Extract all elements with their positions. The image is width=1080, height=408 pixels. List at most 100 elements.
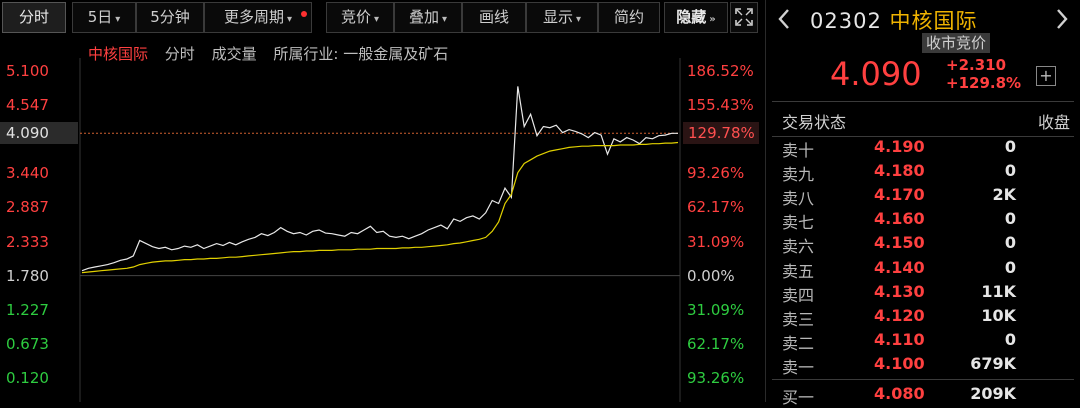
- y-tick-percent: 31.09%: [687, 300, 745, 319]
- y-tick-percent: 155.43%: [687, 96, 754, 115]
- y-tick-price: 2.333: [6, 232, 49, 251]
- intraday-chart[interactable]: [0, 58, 760, 402]
- chevron-down-icon: ▾: [115, 14, 121, 25]
- level-volume: 679K: [970, 353, 1016, 373]
- last-price: 4.090: [830, 55, 922, 93]
- tab-label: 隐藏: [676, 8, 707, 26]
- stock-title: 02302 中核国际: [810, 5, 978, 35]
- ask-row[interactable]: 卖五 4.140 0: [766, 258, 1080, 282]
- level-price: 4.190: [874, 137, 925, 156]
- level-label: 卖二: [782, 333, 815, 353]
- y-tick-percent: 0.00%: [687, 266, 735, 285]
- quote-panel: 02302 中核国际 收市竞价 4.090 +2.310 +129.8% + 交…: [766, 0, 1080, 407]
- collapse-button[interactable]: 收盘: [1038, 109, 1070, 133]
- tab-5min[interactable]: 5分钟: [136, 2, 204, 33]
- price-change: +2.310 +129.8%: [946, 56, 1021, 92]
- chevron-down-icon: ▾: [286, 14, 293, 25]
- tab-label: 5分钟: [150, 8, 190, 26]
- level-price: 4.160: [874, 209, 925, 229]
- y-tick-price: 3.440: [6, 164, 49, 183]
- y-tick-percent: 31.09%: [687, 232, 745, 251]
- bid-row[interactable]: 买一 4.080 209K: [766, 384, 1080, 408]
- current-price-marker: 4.090: [0, 122, 78, 145]
- overlay-dropdown[interactable]: 叠加 ▾: [394, 2, 462, 33]
- hide-panel-button[interactable]: 隐藏»: [664, 2, 728, 33]
- market-status-badge: 收市竞价: [922, 33, 991, 53]
- level-label: 卖四: [782, 285, 815, 305]
- stock-code: 02302: [810, 9, 882, 33]
- prev-stock-icon[interactable]: [778, 8, 790, 30]
- ask-row[interactable]: 卖八 4.170 2K: [766, 185, 1080, 209]
- y-tick-percent: 62.17%: [687, 198, 745, 217]
- ask-row[interactable]: 卖七 4.160 0: [766, 209, 1080, 233]
- chevron-down-icon: ▾: [373, 14, 380, 25]
- tab-label: 竞价: [340, 8, 371, 26]
- divider: [772, 101, 1074, 102]
- stock-name: 中核国际: [889, 9, 978, 33]
- y-tick-percent: 93.26%: [687, 369, 745, 387]
- draw-line-button[interactable]: 画线: [462, 2, 526, 33]
- add-watchlist-button[interactable]: +: [1036, 66, 1056, 86]
- ask-row[interactable]: 卖三 4.120 10K: [766, 306, 1080, 330]
- ask-row[interactable]: 卖十 4.190 0: [766, 137, 1080, 161]
- double-chevron-icon: »: [709, 14, 716, 25]
- level-price: 4.150: [874, 233, 925, 253]
- change-value: +2.310: [946, 56, 1007, 74]
- level-price: 4.170: [874, 185, 925, 205]
- chevron-down-icon: ▾: [575, 14, 582, 25]
- ask-row[interactable]: 卖一 4.100 679K: [766, 354, 1080, 378]
- level-label: 卖十: [782, 141, 815, 160]
- level-volume: 11K: [981, 281, 1016, 301]
- level-price: 4.130: [874, 281, 925, 301]
- ask-row[interactable]: 卖六 4.150 0: [766, 233, 1080, 257]
- ask-row[interactable]: 卖四 4.130 11K: [766, 282, 1080, 306]
- level-label: 卖三: [782, 309, 815, 329]
- level-label: 卖一: [782, 357, 815, 377]
- bid-ask-divider: [772, 378, 1074, 380]
- simple-mode-button[interactable]: 简约: [598, 2, 660, 33]
- level-volume: 0: [1004, 137, 1016, 156]
- tab-label: 5日: [87, 8, 113, 26]
- tab-label: 画线: [478, 8, 509, 26]
- y-tick-price: 1.227: [6, 300, 49, 319]
- tab-label: 简约: [613, 8, 644, 26]
- display-dropdown[interactable]: 显示 ▾: [526, 2, 598, 33]
- level-label: 买一: [782, 388, 815, 407]
- tab-intraday[interactable]: 分时: [2, 2, 66, 33]
- fullscreen-button[interactable]: [730, 2, 758, 33]
- notification-dot-icon: [301, 11, 307, 17]
- current-price-label: 4.090: [6, 124, 49, 143]
- y-tick-price: 1.780: [6, 266, 49, 285]
- auction-dropdown[interactable]: 竞价 ▾: [326, 2, 394, 33]
- average-price-line: [81, 141, 679, 274]
- chevron-down-icon: ▾: [441, 14, 448, 25]
- level-price: 4.120: [874, 305, 925, 325]
- tab-label: 更多周期: [223, 8, 284, 26]
- level-label: 卖七: [782, 213, 815, 233]
- next-stock-icon[interactable]: [1056, 8, 1068, 30]
- level-price: 4.110: [874, 329, 925, 349]
- y-tick-percent: 186.52%: [687, 62, 754, 80]
- level-price: 4.140: [874, 257, 925, 277]
- plus-icon: +: [1039, 66, 1053, 85]
- level-volume: 0: [1004, 257, 1016, 277]
- price-line: [81, 86, 678, 272]
- level-price: 4.080: [874, 384, 925, 403]
- level-label: 卖九: [782, 165, 815, 185]
- level-volume: 0: [1004, 329, 1016, 349]
- tab-label: 分时: [18, 8, 49, 26]
- change-percent: +129.8%: [946, 74, 1022, 92]
- y-tick-price: 2.887: [6, 198, 49, 217]
- ask-row[interactable]: 卖九 4.180 0: [766, 161, 1080, 185]
- level-volume: 0: [1004, 161, 1016, 181]
- trade-status-label: 交易状态: [782, 113, 847, 132]
- tab-5day[interactable]: 5日 ▾: [72, 2, 136, 33]
- level-label: 卖六: [782, 237, 815, 257]
- ask-row[interactable]: 卖二 4.110 0: [766, 330, 1080, 354]
- y-tick-price: 4.547: [6, 96, 49, 115]
- more-periods-dropdown[interactable]: 更多周期 ▾: [204, 2, 312, 33]
- level-volume: 209K: [970, 384, 1016, 403]
- level-volume: 2K: [992, 185, 1016, 205]
- y-tick-percent: 93.26%: [687, 164, 745, 183]
- level-label: 卖八: [782, 189, 815, 209]
